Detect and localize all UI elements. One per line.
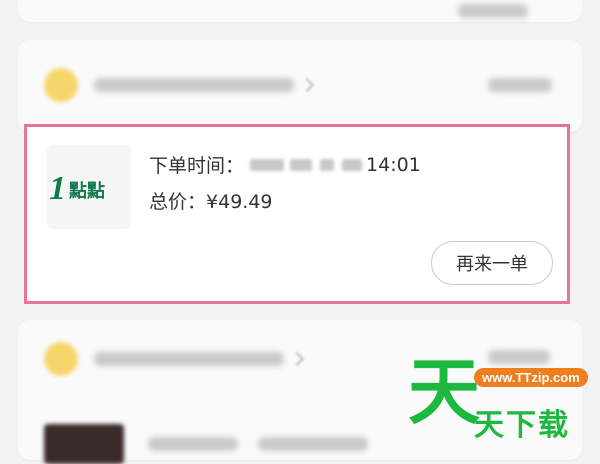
blurred-content xyxy=(458,4,528,18)
shop-logo: 1 點點 xyxy=(47,145,131,229)
order-time-row: 下单时间： 14:01 xyxy=(149,151,421,178)
order-time-value: 14:01 xyxy=(366,153,421,176)
order-status-blurred xyxy=(488,78,552,92)
order-total-label: 总价： xyxy=(149,191,207,213)
reorder-button[interactable]: 再来一单 xyxy=(431,241,553,285)
order-total-row: 总价：¥49.49 xyxy=(149,187,273,214)
previous-order-card xyxy=(18,0,582,22)
order-detail-highlight[interactable]: 1 點點 下单时间： 14:01 总价：¥49.49 再来一单 xyxy=(24,124,570,304)
chevron-right-icon xyxy=(299,77,315,93)
shop-order-card[interactable] xyxy=(18,40,582,132)
order-total-value: ¥49.49 xyxy=(206,191,273,213)
shop-name-blurred xyxy=(94,352,284,366)
shop-avatar xyxy=(44,342,78,376)
shop-avatar xyxy=(44,68,78,102)
masked-date xyxy=(250,156,363,174)
watermark-text: 天下载 xyxy=(474,408,570,443)
chevron-right-icon xyxy=(289,351,305,367)
watermark-url: www.TTzip.com xyxy=(474,368,588,387)
shop-header[interactable] xyxy=(44,342,305,376)
shop-header[interactable] xyxy=(44,68,315,102)
order-time-label: 下单时间： xyxy=(149,155,245,177)
yidiandian-logo-icon: 1 點點 xyxy=(49,170,105,207)
svg-text:點點: 點點 xyxy=(68,181,105,202)
product-thumbnail-blurred xyxy=(44,424,368,464)
site-watermark: 天 www.TTzip.com 天下载 xyxy=(408,356,588,450)
shop-name-blurred xyxy=(94,78,294,92)
watermark-big-char: 天 xyxy=(408,350,481,434)
svg-text:1: 1 xyxy=(49,170,66,207)
